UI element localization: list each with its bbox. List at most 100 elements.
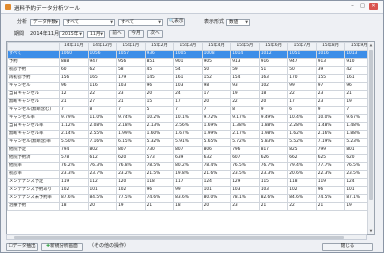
table-cell: 80.2% bbox=[173, 162, 203, 171]
maximize-icon[interactable]: □ bbox=[358, 3, 367, 10]
table-row[interactable]: 他院予約済 578 612 620 573 639 632 607 626 662 625 620 bbox=[7, 154, 374, 163]
table-cell: 77.5% bbox=[116, 194, 146, 203]
table-cell: 84.5% bbox=[87, 194, 118, 203]
table-cell: 76.5% bbox=[230, 162, 260, 171]
table-cell: 6 bbox=[287, 106, 317, 115]
vertical-scroll-thumb[interactable] bbox=[369, 50, 373, 200]
table-cell: 625 bbox=[315, 154, 346, 163]
column-header[interactable]: 15年4月 bbox=[201, 42, 232, 51]
table-row[interactable]: 治療予約 18 20 19 21 18 20 23 21 22 21 19 bbox=[7, 202, 374, 211]
table-row[interactable]: 無断キャンセル 21 27 21 15 17 20 22 20 17 23 19 bbox=[7, 98, 374, 107]
table-body: すべて 1060 1056 1057 936 1005 1008 1014 1012 1051 10… bbox=[7, 50, 374, 211]
column-header[interactable]: 15年1月 bbox=[116, 42, 146, 51]
table-cell: 83.6% bbox=[173, 194, 203, 203]
close-icon[interactable]: ✕ bbox=[369, 3, 378, 10]
table-row[interactable]: すべて 1060 1056 1057 936 1005 1008 1014 1012 1051 10… bbox=[7, 50, 374, 59]
table-cell: 9 bbox=[315, 106, 346, 115]
table-cell: 78.1% bbox=[230, 194, 260, 203]
column-header[interactable] bbox=[7, 42, 60, 51]
table-cell: 1056 bbox=[87, 50, 118, 59]
table-cell: 2.14% bbox=[59, 130, 89, 139]
display-format-dropdown[interactable]: 数値 ▼ bbox=[226, 19, 250, 26]
table-row[interactable]: キャンセル(無断含む) 7 8 7 5 7 7 8 9 6 9 7 bbox=[7, 106, 374, 115]
table-cell: 626 bbox=[258, 154, 289, 163]
table-cell: 119 bbox=[59, 178, 89, 187]
table-cell: 7 bbox=[201, 106, 232, 115]
column-header[interactable]: 14年11月 bbox=[59, 42, 89, 51]
table-row[interactable]: 初診予約 60 62 58 45 54 50 59 51 50 39 42 bbox=[7, 66, 374, 75]
period-month-value: 11月 bbox=[90, 32, 101, 37]
column-header[interactable]: 14年12月 bbox=[87, 42, 118, 51]
table-cell: 96 bbox=[144, 186, 175, 195]
column-header[interactable]: 15年3月 bbox=[173, 42, 203, 51]
new-analysis-button[interactable]: ✚新規分析画面 bbox=[41, 243, 83, 251]
table-row[interactable]: 初診率 23.3% 23.7% 23.2% 21.5% 19.8% 21.6% 23.5% 23… bbox=[7, 170, 374, 179]
prev-button[interactable]: 前へ bbox=[109, 30, 125, 38]
table-cell: 1016 bbox=[315, 50, 346, 59]
table-cell: 825 bbox=[287, 146, 317, 155]
horizontal-scrollbar[interactable] bbox=[6, 234, 367, 240]
table-cell: 102 bbox=[116, 186, 146, 195]
row-header: 他院率 bbox=[7, 162, 60, 171]
filter2-dropdown[interactable]: すべて ▼ bbox=[63, 19, 115, 26]
current-month-button[interactable]: 今月 bbox=[128, 30, 144, 38]
table-row[interactable]: メンテナンス未予約率 87.6% 84.5% 77.5% 74.6% 83.6% 80.0%… bbox=[7, 194, 374, 203]
table-cell: 117 bbox=[173, 178, 203, 187]
table-row[interactable]: キャンセル 96 116 103 96 103 98 93 102 99 97 96 bbox=[7, 82, 374, 91]
minimize-icon[interactable]: – bbox=[348, 3, 357, 10]
table-cell: 23.3% bbox=[59, 170, 89, 179]
table-cell: 101 bbox=[201, 186, 232, 195]
filter3-dropdown[interactable]: すべて ▼ bbox=[118, 19, 163, 26]
period-year-dropdown[interactable]: 2015年 ▼ bbox=[59, 31, 84, 38]
table-cell: 2.18% bbox=[116, 122, 146, 131]
table-cell: 22.3% bbox=[315, 170, 346, 179]
table-row[interactable]: メンテナンス予定 119 112 120 118 117 124 129 115 118 119 12… bbox=[7, 178, 374, 187]
table-cell: 901 bbox=[173, 58, 203, 67]
table-cell: 102 bbox=[258, 82, 289, 91]
analysis-value: データ件数 bbox=[33, 20, 56, 25]
table-row[interactable]: 再初診予約 156 165 179 145 161 152 154 163 170 155 161 bbox=[7, 74, 374, 83]
show-button[interactable]: 🔍表示 bbox=[167, 18, 185, 26]
table-row[interactable]: 当日キャンセル 12 22 23 20 24 17 19 18 22 23 21 bbox=[7, 90, 374, 99]
table-cell: 573 bbox=[144, 154, 175, 163]
table-cell: 74.6% bbox=[144, 194, 175, 203]
table-row[interactable]: 他院予定 794 802 807 730 807 806 796 817 825 799 801 bbox=[7, 146, 374, 155]
table-cell: 23 bbox=[315, 90, 346, 99]
column-header[interactable]: 15年5月 bbox=[230, 42, 260, 51]
table-row[interactable]: メンテナンス予約あり 102 101 102 96 99 101 103 103 102 96 101 bbox=[7, 186, 374, 195]
chevron-down-icon: ▼ bbox=[55, 20, 58, 24]
close-button[interactable]: 閉じる bbox=[322, 243, 373, 251]
period-year-value: 2015年 bbox=[62, 32, 79, 37]
scroll-down-icon[interactable]: ▼ bbox=[368, 228, 374, 234]
table-row[interactable]: 他院率 76.2% 76.3% 76.8% 78.5% 80.2% 78.4% 76.5% 76… bbox=[7, 162, 374, 171]
table-row[interactable]: 無断キャンセル率 2.14% 2.55% 1.99% 1.60% 1.67% 1.99% 2.… bbox=[7, 130, 374, 139]
row-header: 他院予定 bbox=[7, 146, 60, 155]
table-cell: 807 bbox=[116, 146, 146, 155]
export-button[interactable]: ☐データ抽出 bbox=[6, 243, 38, 251]
table-cell: 23 bbox=[116, 90, 146, 99]
period-month-dropdown[interactable]: 11月 ▼ bbox=[87, 31, 105, 38]
scroll-up-icon[interactable]: ▲ bbox=[368, 42, 374, 48]
data-grid[interactable]: 14年11月 14年12月 15年1月 15年2月 15年3月 15年4月 15年5月 15年… bbox=[6, 41, 375, 235]
table-cell: 947 bbox=[87, 58, 118, 67]
table-cell: 620 bbox=[116, 154, 146, 163]
column-header[interactable]: 15年7月 bbox=[287, 42, 317, 51]
vertical-scrollbar[interactable]: ▲ ▼ bbox=[367, 42, 374, 234]
table-cell: 2.13% bbox=[144, 122, 175, 131]
table-cell: 5.32% bbox=[144, 138, 175, 147]
analysis-dropdown[interactable]: データ件数 ▼ bbox=[30, 19, 60, 26]
column-header[interactable]: 15年2月 bbox=[144, 42, 175, 51]
table-cell: 5.72% bbox=[230, 138, 260, 147]
table-row[interactable]: キャンセル率 9.79% 11.0% 9.74% 10.2% 10.1% 9.72% 9.17… bbox=[7, 114, 374, 123]
column-header[interactable]: 15年8月 bbox=[315, 42, 346, 51]
table-cell: 20 bbox=[87, 202, 118, 211]
next-button[interactable]: 次へ bbox=[147, 30, 163, 38]
table-row[interactable]: 予約 888 947 956 851 901 905 913 916 947 913 910 bbox=[7, 58, 374, 67]
table-cell: 62 bbox=[87, 66, 118, 75]
table-cell: 817 bbox=[258, 146, 289, 155]
column-header[interactable]: 15年6月 bbox=[258, 42, 289, 51]
table-row[interactable]: 当日キャンセル率 1.12% 2.08% 2.18% 2.13% 2.56% 1.69% 1.… bbox=[7, 122, 374, 131]
new-analysis-button-label: 新規分析画面 bbox=[50, 244, 78, 249]
table-row[interactable]: キャンセル(無断含)率 5.50% 7.16% 6.15% 5.32% 5.91% 5.65… bbox=[7, 138, 374, 147]
horizontal-scroll-thumb[interactable] bbox=[14, 236, 344, 239]
